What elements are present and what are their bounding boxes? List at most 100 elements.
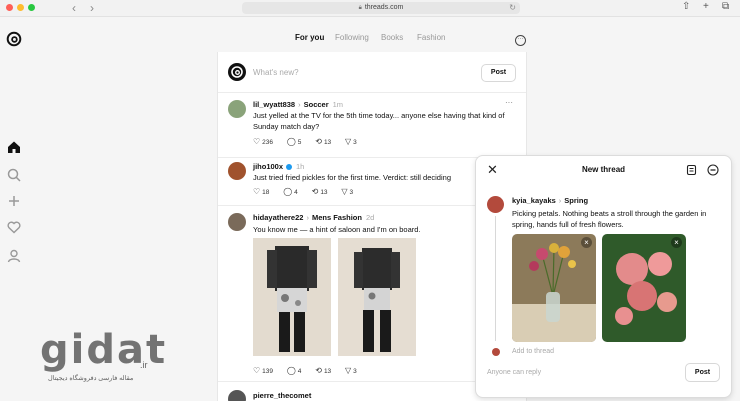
plus-icon[interactable] (6, 193, 22, 209)
send-icon: ▽ (344, 137, 352, 146)
post-header: pierre_thecomet (253, 391, 311, 400)
post-actions: ♡ 236 ◯ 5 ⟲ 13 ▽ 3 (253, 137, 369, 146)
avatar[interactable] (228, 63, 246, 81)
tab-books[interactable]: Books (381, 33, 403, 42)
repost-icon: ⟲ (315, 137, 322, 146)
avatar (487, 196, 504, 213)
feed-options-icon[interactable]: ··· (515, 35, 526, 46)
remove-image-icon[interactable]: × (671, 237, 682, 248)
like-button[interactable]: ♡ 139 (253, 366, 273, 375)
drafts-icon[interactable] (686, 164, 698, 176)
tab-for-you[interactable]: For you (295, 33, 324, 42)
pink-flowers-photo (602, 234, 686, 342)
separator-chevron-icon: › (558, 196, 562, 205)
watermark-brand: gidat (40, 327, 168, 373)
thread-text-input[interactable]: Picking petals. Nothing beats a stroll t… (512, 208, 727, 230)
like-count: 18 (262, 189, 270, 196)
heart-icon[interactable] (6, 219, 22, 235)
post-header: lil_wyatt838 › Soccer 1m (253, 100, 343, 109)
attached-image[interactable]: × (512, 234, 596, 342)
outfit-photo-2 (338, 238, 416, 356)
repost-count: 13 (323, 139, 332, 146)
tabs-overview-icon[interactable]: ⧉ (722, 1, 729, 12)
repost-button[interactable]: ⟲ 13 (315, 366, 331, 375)
composer-input[interactable]: What's new? (253, 68, 299, 77)
reply-button[interactable]: ◯ 4 (287, 366, 302, 375)
separator-chevron-icon: › (306, 213, 309, 222)
avatar[interactable] (228, 162, 246, 180)
more-options-icon[interactable]: ··· (505, 98, 513, 107)
username: kyia_kayaks (512, 196, 556, 205)
watermark-tld: .ir (140, 360, 148, 370)
share-button[interactable]: ▽ 3 (341, 187, 353, 196)
heart-icon: ♡ (253, 137, 261, 146)
heart-icon: ♡ (253, 366, 261, 375)
thread-author: kyia_kayaks › Spring (512, 196, 588, 205)
repost-count: 13 (320, 189, 328, 196)
watermark-tagline: مقاله فارسی دفروشگاه دیجیتال (48, 375, 134, 382)
minimize-window-button[interactable] (17, 4, 24, 11)
username[interactable]: lil_wyatt838 (253, 100, 295, 109)
new-tab-icon[interactable]: + (703, 1, 709, 12)
share-button[interactable]: ▽ 3 (345, 137, 357, 146)
comment-icon: ◯ (286, 366, 296, 375)
like-button[interactable]: ♡ 18 (253, 187, 269, 196)
reply-button[interactable]: ◯ 5 (287, 137, 302, 146)
share-button[interactable]: ▽ 3 (345, 366, 357, 375)
more-options-icon[interactable] (707, 164, 719, 176)
like-count: 139 (262, 368, 274, 375)
verified-badge-icon (286, 164, 293, 171)
repost-button[interactable]: ⟲ 13 (315, 137, 331, 146)
feed-tabs: For you Following Books Fashion (280, 33, 480, 47)
home-icon[interactable] (6, 139, 22, 155)
avatar[interactable] (228, 390, 246, 401)
topic-tag[interactable]: Spring (564, 196, 588, 205)
reply-button[interactable]: ◯ 4 (283, 187, 298, 196)
lock-icon: 🔒︎ (358, 5, 362, 11)
topic-tag[interactable]: Soccer (304, 100, 329, 109)
repost-icon: ⟲ (315, 366, 322, 375)
post-button[interactable]: Post (481, 64, 516, 82)
add-to-thread-button[interactable]: Add to thread (512, 348, 554, 355)
timestamp: 1m (332, 100, 344, 109)
watermark-logo: gidat .ir مقاله فارسی دفروشگاه دیجیتال (12, 322, 172, 382)
reload-icon[interactable]: ↻ (509, 2, 516, 14)
username[interactable]: jiho100x (253, 162, 283, 171)
post-header: hidayathere22 › Mens Fashion 2d (253, 213, 374, 222)
post-photo[interactable] (253, 238, 331, 356)
topic-tag[interactable]: Mens Fashion (312, 213, 362, 222)
username[interactable]: hidayathere22 (253, 213, 303, 222)
avatar[interactable] (228, 100, 246, 118)
reply-permission-selector[interactable]: Anyone can reply (487, 369, 541, 376)
share-count: 3 (353, 368, 357, 375)
zoom-window-button[interactable] (28, 4, 35, 11)
forward-arrow-icon[interactable]: › (90, 1, 94, 15)
share-count: 3 (353, 139, 357, 146)
like-button[interactable]: ♡ 236 (253, 137, 273, 146)
remove-image-icon[interactable]: × (581, 237, 592, 248)
url-bar[interactable]: 🔒︎ threads.com ↻ (242, 2, 520, 14)
tab-following[interactable]: Following (335, 33, 369, 42)
tab-fashion[interactable]: Fashion (417, 33, 445, 42)
post-photo[interactable] (338, 238, 416, 356)
browser-toolbar: ‹ › 🔒︎ threads.com ↻ ⇧ + ⧉ (0, 0, 740, 17)
repost-count: 13 (323, 368, 332, 375)
avatar[interactable] (228, 213, 246, 231)
threads-logo[interactable] (5, 30, 23, 48)
reply-count: 4 (294, 189, 298, 196)
separator-chevron-icon: › (298, 100, 301, 109)
back-arrow-icon[interactable]: ‹ (72, 1, 76, 15)
new-thread-dialog: ✕ New thread kyia_kayaks › Spring Picking … (475, 155, 732, 398)
repost-button[interactable]: ⟲ 13 (312, 187, 328, 196)
search-icon[interactable] (6, 167, 22, 183)
share-icon[interactable]: ⇧ (682, 1, 690, 12)
post-button[interactable]: Post (685, 363, 720, 382)
profile-icon[interactable] (6, 248, 22, 264)
repost-icon: ⟲ (311, 187, 319, 196)
attached-image[interactable]: × (602, 234, 686, 342)
timestamp: 1h (296, 162, 305, 171)
close-window-button[interactable] (6, 4, 13, 11)
post-item: lil_wyatt838 › Soccer 1m ··· Just yelled at… (218, 93, 526, 158)
username[interactable]: pierre_thecomet (253, 391, 311, 400)
comment-icon: ◯ (286, 137, 296, 146)
